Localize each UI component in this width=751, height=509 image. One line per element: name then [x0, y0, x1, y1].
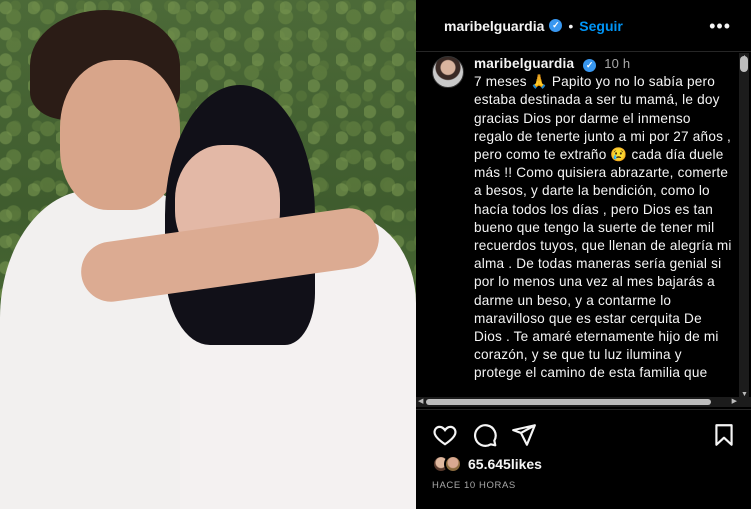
more-options-icon[interactable]: ••• — [709, 16, 731, 37]
scroll-left-arrow-icon[interactable]: ◀ — [418, 397, 423, 405]
verified-badge-icon: ✓ — [549, 19, 563, 32]
avatar[interactable] — [432, 56, 464, 88]
photo-man-face — [60, 60, 180, 210]
header-separator: • — [568, 17, 574, 34]
post-actions-bar — [416, 420, 751, 452]
send-icon[interactable] — [511, 422, 537, 448]
horizontal-scroll-thumb[interactable] — [426, 399, 711, 405]
likes-row[interactable]: 65.645likes — [432, 455, 542, 473]
liker-avatar — [444, 455, 462, 473]
caption-username[interactable]: maribelguardia — [474, 56, 574, 71]
vertical-scroll-thumb[interactable] — [740, 56, 748, 72]
bookmark-icon[interactable] — [711, 422, 737, 448]
heart-icon[interactable] — [432, 422, 458, 448]
comment-icon[interactable] — [472, 422, 498, 448]
verified-badge-icon: ✓ — [583, 59, 597, 72]
horizontal-scrollbar[interactable]: ◀ ▶ — [416, 397, 751, 407]
caption-time[interactable]: 10 h — [604, 56, 630, 71]
post-timestamp[interactable]: HACE 10 HORAS — [432, 480, 516, 491]
post-caption: maribelguardia ✓ 10 h 7 meses 🙏 Papito y… — [474, 55, 732, 383]
scroll-right-arrow-icon[interactable]: ▶ — [732, 397, 737, 405]
caption-text: 7 meses 🙏 Papito yo no lo sabía pero est… — [474, 74, 732, 381]
caption-scroll-area[interactable]: maribelguardia ✓ 10 h 7 meses 🙏 Papito y… — [416, 53, 751, 395]
actions-divider — [416, 409, 751, 410]
vertical-scrollbar[interactable]: ▲ ▼ — [739, 53, 749, 399]
header-username[interactable]: maribelguardia — [444, 18, 544, 34]
post-photo[interactable] — [0, 0, 416, 509]
follow-button[interactable]: Seguir — [579, 18, 623, 34]
post-side-panel: maribelguardia ✓ • Seguir ••• maribelgua… — [416, 0, 751, 509]
post-header: maribelguardia ✓ • Seguir ••• — [416, 0, 751, 52]
likes-count[interactable]: 65.645likes — [468, 456, 542, 472]
